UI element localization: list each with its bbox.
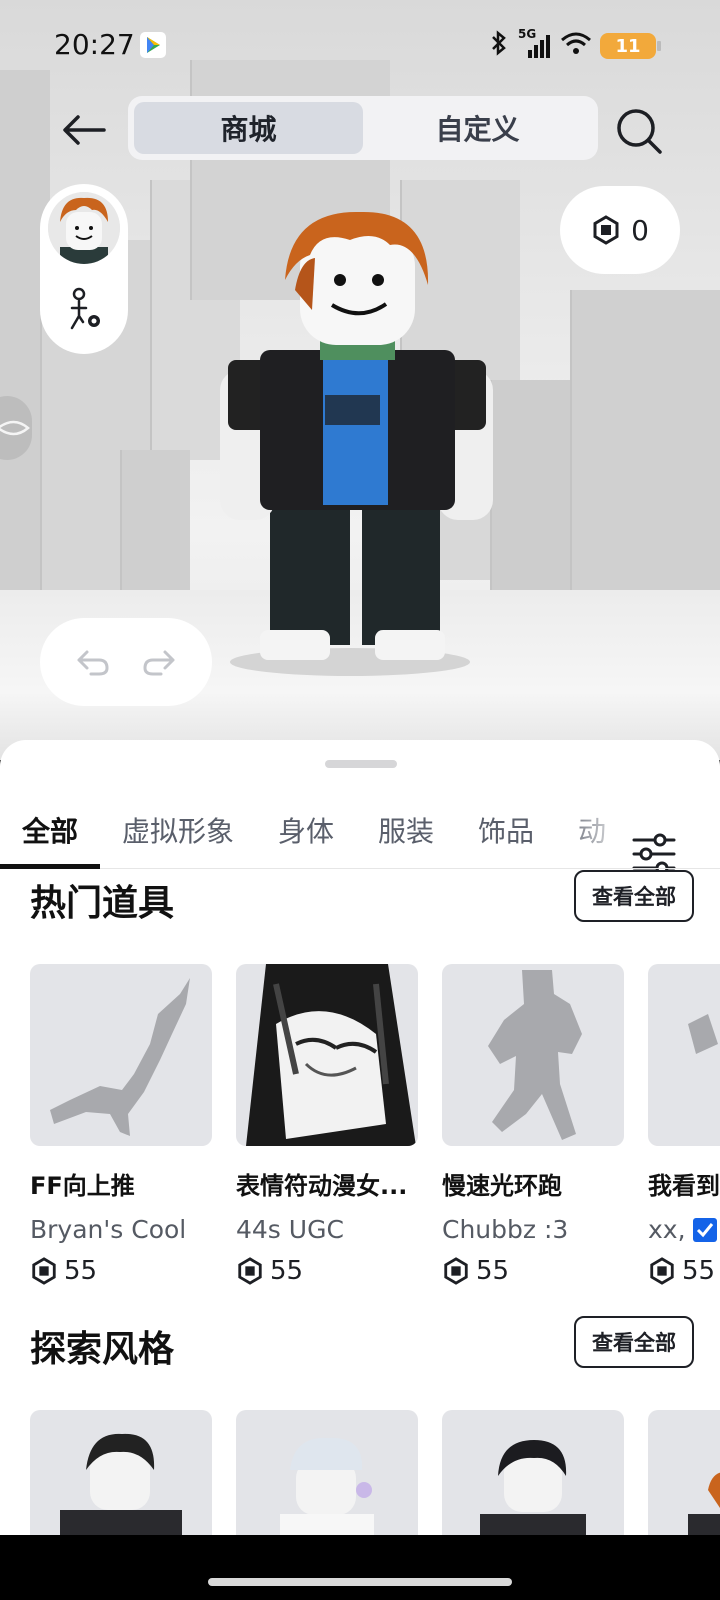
item-creator: Bryan's Cool [30,1215,187,1244]
person-settings-icon [70,287,100,330]
undo-button[interactable] [73,642,113,682]
item-card[interactable]: 慢速光环跑 Chubbz :3 55 [442,964,624,1286]
tab-clothing[interactable]: 服装 [378,810,434,850]
play-store-icon [140,32,166,58]
tab-avatar[interactable]: 虚拟形象 [122,810,234,850]
tab-shop[interactable]: 商城 [134,102,363,154]
redo-button[interactable] [139,642,179,682]
arrow-left-icon [63,115,106,145]
avatar-figure [220,211,493,676]
item-price: 55 [648,1256,720,1286]
item-thumbnail [648,964,720,1146]
style-card[interactable] [236,1410,418,1535]
sheet-drag-handle[interactable] [325,760,397,768]
search-button[interactable] [612,104,668,160]
tab-all[interactable]: 全部 [22,810,78,850]
style-avatar-image [688,1472,720,1535]
item-name: FF向上推 [30,1172,135,1200]
header-tab-switch: 商城 自定义 [128,96,598,160]
undo-redo-panel [40,618,212,706]
system-navigation-bar [0,1535,720,1600]
battery-icon: 11 [600,33,661,59]
back-button[interactable] [56,105,112,155]
item-price: 55 [442,1256,624,1286]
item-name: 慢速光环跑 [442,1172,562,1200]
hot-items-title: 热门道具 [30,883,175,924]
item-price-value: 55 [64,1256,98,1286]
avatar-panel [40,184,128,354]
explore-styles-title: 探索风格 [30,1329,175,1370]
robux-balance[interactable]: 0 [560,186,680,274]
search-icon [617,109,662,154]
background-building [570,290,720,590]
style-card[interactable] [442,1410,624,1535]
background-building [120,450,190,590]
item-price-value: 55 [682,1256,716,1286]
item-card[interactable]: 表情符动漫女... 44s UGC 55 [236,964,418,1286]
tab-customize[interactable]: 自定义 [363,102,592,154]
undo-icon [77,650,109,676]
explore-styles-see-all-button[interactable]: 查看全部 [574,1316,694,1368]
robux-amount: 0 [631,213,649,247]
item-creator: xx, [648,1215,720,1244]
avatar-preview-stage[interactable]: 20:27 5G 11 商城 自定义 0 [0,0,720,760]
item-thumbnail [30,964,212,1146]
style-avatar-image [480,1440,586,1535]
item-price: 55 [236,1256,418,1286]
status-time: 20:27 [54,28,135,61]
robux-icon [238,1257,262,1285]
item-thumbnail [442,964,624,1146]
item-card[interactable]: FF向上推 Bryan's Cool 55 [30,964,212,1286]
verified-badge-icon [692,1217,717,1242]
battery-level: 11 [615,35,641,57]
network-type: 5G [518,27,537,41]
robux-icon [32,1257,56,1285]
robux-icon [444,1257,468,1285]
item-creator: Chubbz :3 [442,1215,569,1244]
tab-body[interactable]: 身体 [278,810,334,850]
signal-icon: 5G [518,27,552,59]
item-thumbnail [236,964,418,1146]
avatar-headshot[interactable] [48,192,120,264]
category-tabs: 全部 虚拟形象 身体 服装 饰品 动 [0,780,720,875]
bluetooth-icon [488,30,510,62]
style-card[interactable] [30,1410,212,1535]
style-card[interactable] [648,1410,720,1535]
item-price: 55 [30,1256,212,1286]
item-card[interactable]: 我看到 xx, 55 [648,964,720,1286]
style-avatar-image [280,1437,374,1535]
item-creator-name: xx, [648,1215,686,1244]
tabs-fade [560,780,630,860]
catalog-sheet: 全部 虚拟形象 身体 服装 饰品 动 热门道具 查看全部 FF向上推 Bryan… [0,740,720,1535]
avatar-settings-button[interactable] [61,286,107,332]
item-price-value: 55 [270,1256,304,1286]
redo-icon [143,650,175,676]
status-bar: 20:27 5G 11 [0,0,720,90]
eye-off-icon [0,420,30,436]
home-gesture-bar[interactable] [208,1578,512,1586]
item-creator: 44s UGC [236,1215,344,1244]
item-name: 我看到 [648,1172,720,1200]
style-avatar-image [60,1433,182,1535]
robux-icon [650,1257,674,1285]
wifi-icon [560,30,592,62]
item-price-value: 55 [476,1256,510,1286]
view-toggle-button[interactable] [0,396,32,460]
tab-accessories[interactable]: 饰品 [478,810,534,850]
item-name: 表情符动漫女... [236,1172,408,1200]
tabs-divider [0,868,720,869]
hot-items-see-all-button[interactable]: 查看全部 [574,870,694,922]
active-tab-indicator [0,864,100,869]
robux-icon [593,215,619,245]
